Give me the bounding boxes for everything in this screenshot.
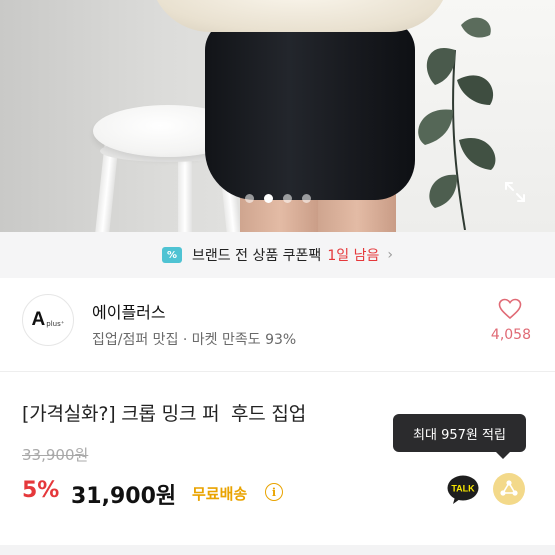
brand-meta: 집업/점퍼 맛집 · 마켓 만족도 93% [92, 332, 297, 348]
carousel-dot[interactable] [282, 194, 292, 203]
carousel-dot[interactable] [301, 194, 311, 203]
carousel-dot-active[interactable] [263, 194, 273, 203]
info-icon[interactable]: i [265, 483, 283, 501]
brand-logo-letter: A [31, 309, 46, 330]
coupon-icon: % [162, 247, 183, 263]
original-price: 33,900원 [22, 446, 89, 464]
brand-name[interactable]: 에이플러스 [92, 299, 166, 323]
sale-price: 31,900원 [71, 484, 177, 509]
talk-label: TALK [451, 484, 475, 494]
free-shipping-label: 무료배송 [192, 485, 248, 503]
stool-leg [178, 150, 192, 232]
discount-rate: 5% [22, 478, 60, 503]
product-skirt [205, 20, 415, 200]
like-count: 4,058 [490, 327, 531, 343]
chevron-right-icon: › [387, 247, 393, 263]
kakaotalk-share-icon[interactable]: TALK [447, 475, 479, 505]
coupon-text: 브랜드 전 상품 쿠폰팩 [192, 248, 322, 264]
coupon-banner[interactable]: % 브랜드 전 상품 쿠폰팩 1일 남음 › [0, 232, 555, 278]
coupon-deadline: 1일 남음 [327, 248, 380, 264]
carousel-indicator[interactable] [0, 194, 555, 203]
product-image[interactable] [0, 0, 555, 232]
carousel-dot[interactable] [244, 194, 254, 203]
reward-tooltip: 최대 957원 적립 [393, 414, 526, 459]
section-divider [0, 545, 555, 555]
brand-section[interactable]: A plus⁺ 에이플러스 집업/점퍼 맛집 · 마켓 만족도 93% 4,05… [0, 278, 555, 372]
share-button[interactable] [493, 473, 525, 505]
brand-logo-suffix: plus⁺ [46, 320, 65, 328]
heart-icon[interactable] [498, 298, 522, 320]
product-title: [가격실화?] 크롭 밍크 퍼 후드 집업 [22, 403, 306, 425]
share-icon [500, 480, 518, 496]
expand-icon[interactable] [503, 180, 527, 204]
brand-logo[interactable]: A plus⁺ [22, 294, 74, 346]
